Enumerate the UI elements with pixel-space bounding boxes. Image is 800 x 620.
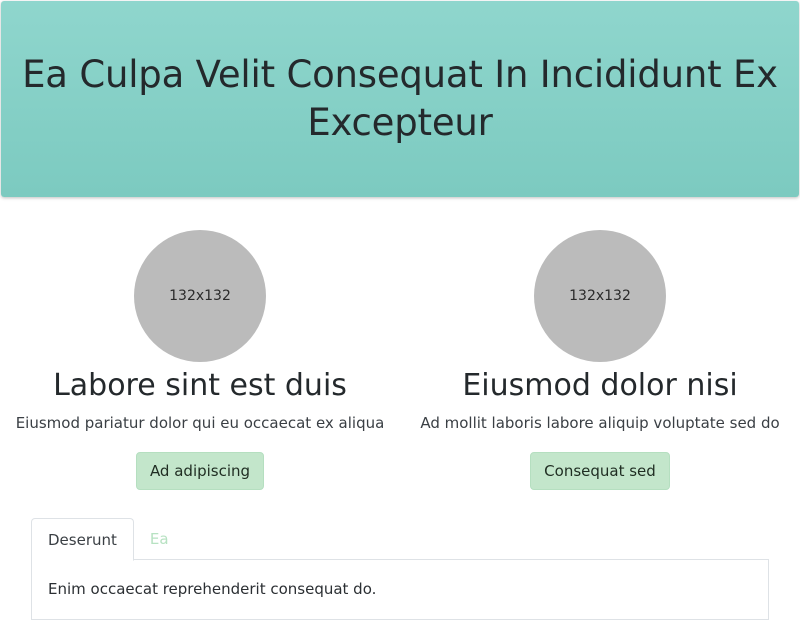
feature-image-placeholder: 132x132 — [134, 230, 266, 362]
feature-heading: Eiusmod dolor nisi — [462, 368, 738, 403]
tab-bar: Deserunt Ea — [31, 518, 769, 561]
hero-title: Ea Culpa Velit Consequat In Incididunt E… — [22, 53, 778, 144]
hero-banner: Ea Culpa Velit Consequat In Incididunt E… — [1, 1, 799, 197]
image-size-label: 132x132 — [169, 288, 231, 304]
feature-button-consequat-sed[interactable]: Consequat sed — [530, 452, 670, 490]
tab-panel-text: Enim occaecat reprehenderit consequat do… — [48, 580, 377, 598]
feature-card-1: 132x132 Labore sint est duis Eiusmod par… — [0, 230, 400, 490]
tab-ea[interactable]: Ea — [134, 518, 185, 560]
tab-panel: Enim occaecat reprehenderit consequat do… — [31, 560, 769, 620]
feature-button-ad-adipiscing[interactable]: Ad adipiscing — [135, 452, 265, 490]
feature-heading: Labore sint est duis — [53, 368, 347, 403]
feature-card-2: 132x132 Eiusmod dolor nisi Ad mollit lab… — [400, 230, 800, 490]
image-size-label: 132x132 — [569, 288, 631, 304]
tab-deserunt[interactable]: Deserunt — [31, 518, 134, 561]
feature-image-placeholder: 132x132 — [534, 230, 666, 362]
feature-description: Eiusmod pariatur dolor qui eu occaecat e… — [15, 414, 385, 432]
feature-description: Ad mollit laboris labore aliquip volupta… — [420, 414, 780, 432]
